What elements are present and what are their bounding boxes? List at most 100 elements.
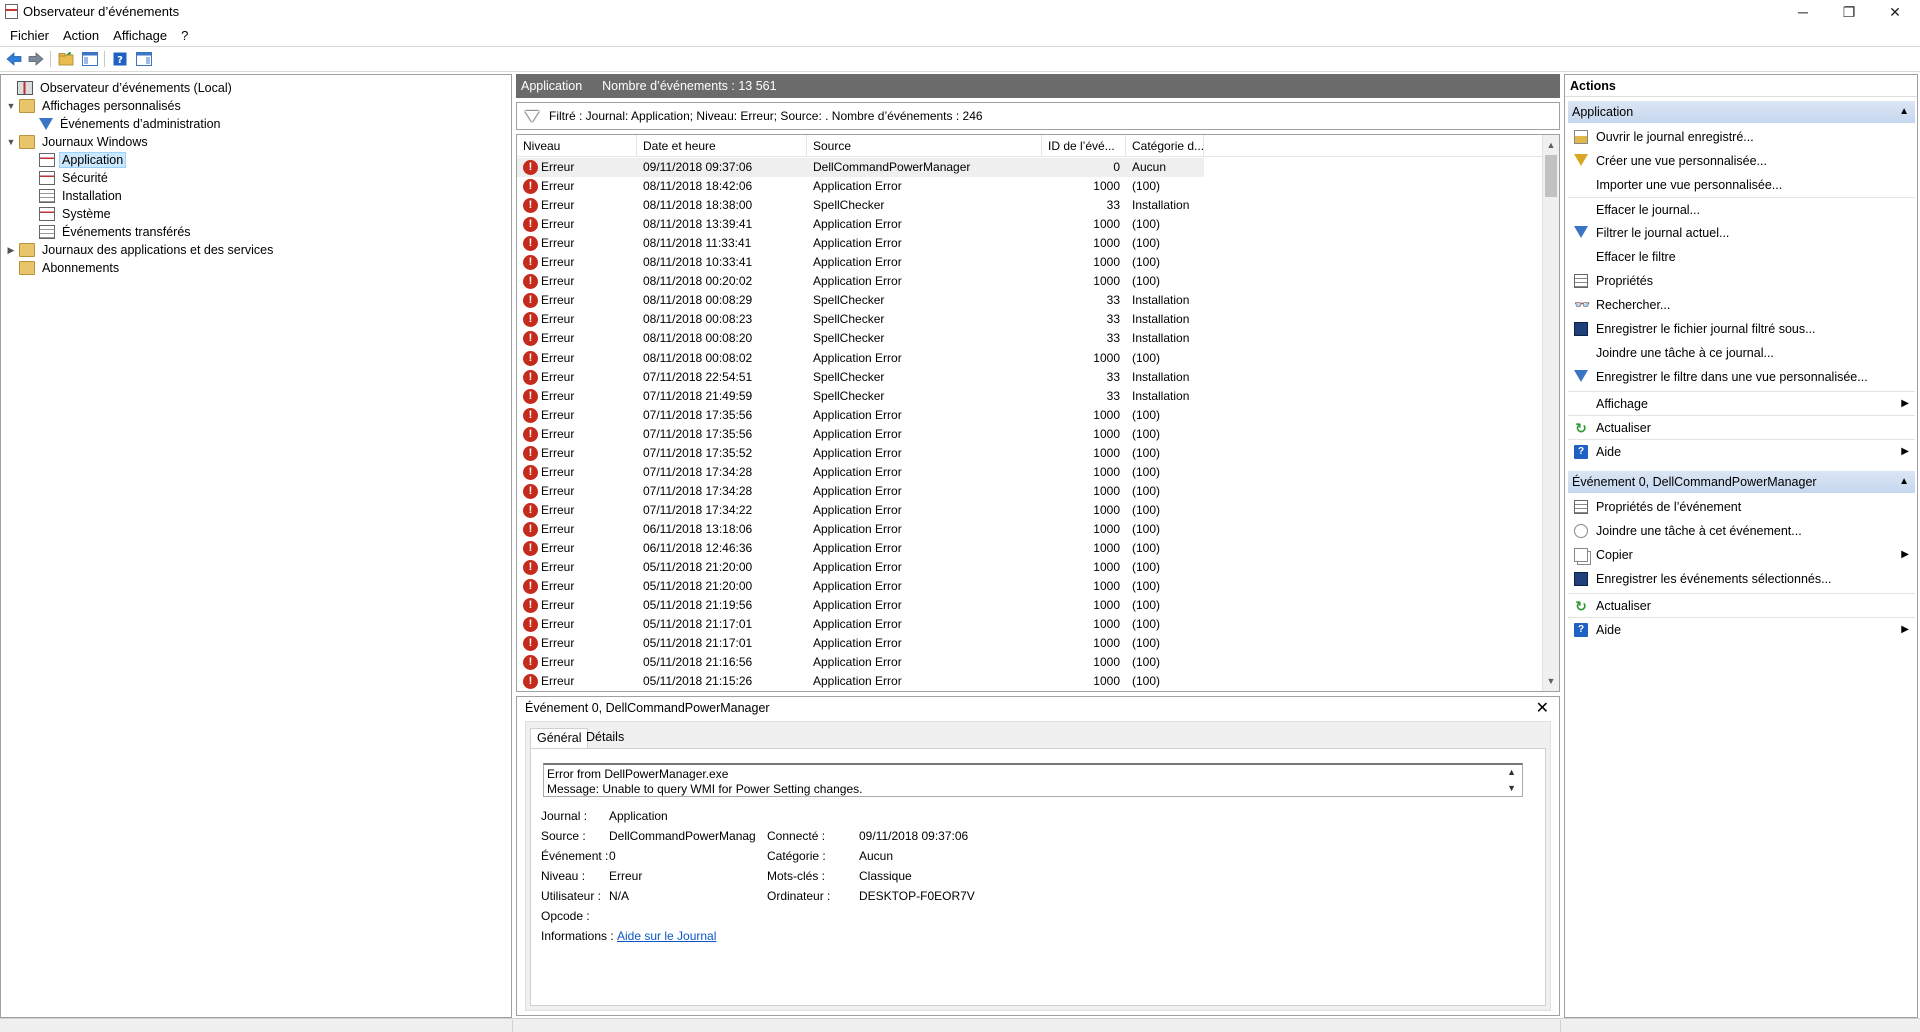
action-properties[interactable]: Propriétés: [1568, 269, 1915, 293]
action-refresh[interactable]: ↻ Actualiser: [1568, 415, 1915, 439]
event-list-scrollbar[interactable]: ▲ ▼: [1542, 135, 1559, 691]
cell-date: 05/11/2018 21:19:56: [643, 598, 753, 613]
tab-details[interactable]: Détails: [580, 728, 630, 748]
table-row[interactable]: ! Erreur 07/11/2018 21:49:59 SpellChecker 33…: [517, 387, 1204, 406]
menu-help[interactable]: ?: [175, 28, 194, 43]
tree-node-apps-services-logs[interactable]: ▶ Journaux des applications et des servi…: [5, 241, 276, 259]
table-row[interactable]: ! Erreur 06/11/2018 13:18:06 Application Er…: [517, 520, 1204, 539]
restore-button[interactable]: ❐: [1826, 0, 1872, 24]
tree-node-windows-logs[interactable]: ▼ Journaux Windows: [5, 133, 151, 151]
close-button[interactable]: ✕: [1872, 0, 1918, 24]
column-header-category[interactable]: Catégorie d...: [1126, 135, 1204, 157]
menu-file[interactable]: Fichier: [4, 28, 55, 43]
menu-view[interactable]: Affichage: [107, 28, 173, 43]
minimize-button[interactable]: ─: [1780, 0, 1826, 24]
table-row[interactable]: ! Erreur 06/11/2018 12:46:36 Application Er…: [517, 539, 1204, 558]
action-save-filtered-log[interactable]: Enregistrer le fichier journal filtré so…: [1568, 317, 1915, 341]
tree-node-forwarded-events[interactable]: Événements transférés: [25, 223, 194, 241]
collapse-caret-icon[interactable]: ▲: [1899, 471, 1909, 493]
section-title: Application: [1572, 105, 1634, 119]
table-row[interactable]: ! Erreur 07/11/2018 17:34:28 Application Er…: [517, 482, 1204, 501]
action-refresh-event[interactable]: ↻ Actualiser: [1568, 593, 1915, 617]
tree-node-custom-views[interactable]: ▼ Affichages personnalisés: [5, 97, 184, 115]
error-icon: !: [523, 407, 538, 423]
column-header-date[interactable]: Date et heure: [637, 135, 807, 157]
close-detail-icon[interactable]: ✕: [1536, 698, 1549, 718]
collapsed-chevron-icon[interactable]: ▶: [5, 245, 17, 256]
table-row[interactable]: ! Erreur 05/11/2018 21:17:01 Application Er…: [517, 615, 1204, 634]
table-row[interactable]: ! Erreur 07/11/2018 17:34:22 Application Er…: [517, 501, 1204, 520]
tree-node-root[interactable]: Observateur d’événements (Local): [3, 79, 235, 97]
table-row[interactable]: ! Erreur 05/11/2018 21:15:26 Application Er…: [517, 672, 1204, 691]
scroll-up-arrow-icon[interactable]: ▲: [1543, 137, 1559, 153]
table-row[interactable]: ! Erreur 09/11/2018 09:37:06 DellCommandPow…: [517, 158, 1204, 177]
table-row[interactable]: ! Erreur 08/11/2018 00:20:02 Application Er…: [517, 272, 1204, 291]
table-row[interactable]: ! Erreur 05/11/2018 21:19:56 Application Er…: [517, 596, 1204, 615]
table-row[interactable]: ! Erreur 08/11/2018 13:39:41 Application Er…: [517, 215, 1204, 234]
action-event-properties[interactable]: Propriétés de l’événement: [1568, 495, 1915, 519]
action-pane-icon[interactable]: [134, 50, 154, 68]
tree-node-application[interactable]: Application: [25, 151, 127, 169]
expanded-chevron-icon[interactable]: ▼: [5, 137, 17, 147]
table-row[interactable]: ! Erreur 08/11/2018 00:08:29 SpellChecker 33…: [517, 291, 1204, 310]
table-row[interactable]: ! Erreur 05/11/2018 21:20:00 Application Er…: [517, 558, 1204, 577]
console-tree-icon[interactable]: [80, 50, 100, 68]
actions-section-application[interactable]: Application ▲: [1568, 101, 1915, 123]
error-icon: !: [523, 312, 538, 328]
tree-node-subscriptions[interactable]: Abonnements: [5, 259, 122, 277]
table-row[interactable]: ! Erreur 05/11/2018 21:16:56 Application Er…: [517, 653, 1204, 672]
tree-node-setup[interactable]: Installation: [25, 187, 125, 205]
table-row[interactable]: ! Erreur 08/11/2018 00:08:20 SpellChecker 33…: [517, 329, 1204, 348]
action-open-saved-log[interactable]: Ouvrir le journal enregistré...: [1568, 125, 1915, 149]
help-icon[interactable]: ?: [110, 50, 130, 68]
collapse-caret-icon[interactable]: ▲: [1899, 101, 1909, 123]
action-save-filter-view[interactable]: Enregistrer le filtre dans une vue perso…: [1568, 365, 1915, 389]
table-row[interactable]: ! Erreur 08/11/2018 18:42:06 Application Er…: [517, 177, 1204, 196]
tree-node-admin-events[interactable]: Événements d’administration: [25, 115, 224, 133]
table-row[interactable]: ! Erreur 07/11/2018 22:54:51 SpellChecker 33…: [517, 368, 1204, 387]
action-filter-log[interactable]: Filtrer le journal actuel...: [1568, 221, 1915, 245]
actions-section-event[interactable]: Événement 0, DellCommandPowerManager ▲: [1568, 471, 1915, 493]
column-header-source[interactable]: Source: [807, 135, 1042, 157]
table-row[interactable]: ! Erreur 07/11/2018 17:35:56 Application Er…: [517, 406, 1204, 425]
action-clear-log[interactable]: Effacer le journal...: [1568, 197, 1915, 221]
action-clear-filter[interactable]: Effacer le filtre: [1568, 245, 1915, 269]
cell-date: 05/11/2018 21:17:01: [643, 636, 753, 651]
action-create-custom-view[interactable]: Créer une vue personnalisée...: [1568, 149, 1915, 173]
action-help[interactable]: ? Aide ▶: [1568, 439, 1915, 463]
action-save-selected-events[interactable]: Enregistrer les événements sélectionnés.…: [1568, 567, 1915, 591]
action-find[interactable]: 👓 Rechercher...: [1568, 293, 1915, 317]
action-attach-task-log[interactable]: Joindre une tâche à ce journal...: [1568, 341, 1915, 365]
help-journal-link[interactable]: Aide sur le Journal: [617, 929, 817, 943]
error-icon: !: [523, 445, 538, 461]
table-row[interactable]: ! Erreur 08/11/2018 18:38:00 SpellChecker 33…: [517, 196, 1204, 215]
table-row[interactable]: ! Erreur 08/11/2018 10:33:41 Application Er…: [517, 253, 1204, 272]
open-folder-icon[interactable]: [56, 50, 76, 68]
column-header-level[interactable]: Niveau: [517, 135, 637, 157]
table-row[interactable]: ! Erreur 05/11/2018 21:17:01 Application Er…: [517, 634, 1204, 653]
action-attach-task-event[interactable]: Joindre une tâche à cet événement...: [1568, 519, 1915, 543]
tree-node-security[interactable]: Sécurité: [25, 169, 111, 187]
table-row[interactable]: ! Erreur 07/11/2018 17:35:56 Application Er…: [517, 425, 1204, 444]
table-row[interactable]: ! Erreur 08/11/2018 00:08:02 Application Er…: [517, 349, 1204, 368]
event-message-box[interactable]: Error from DellPowerManager.exe Message:…: [543, 763, 1523, 797]
scrollbar-thumb[interactable]: [1545, 155, 1557, 197]
action-import-custom-view[interactable]: Importer une vue personnalisée...: [1568, 173, 1915, 197]
action-help-event[interactable]: ? Aide ▶: [1568, 617, 1915, 641]
expanded-chevron-icon[interactable]: ▼: [5, 101, 17, 111]
tree-node-system[interactable]: Système: [25, 205, 114, 223]
table-row[interactable]: ! Erreur 07/11/2018 17:35:52 Application Er…: [517, 444, 1204, 463]
menu-action[interactable]: Action: [57, 28, 105, 43]
action-view[interactable]: Affichage ▶: [1568, 391, 1915, 415]
table-row[interactable]: ! Erreur 07/11/2018 17:34:28 Application Er…: [517, 463, 1204, 482]
table-row[interactable]: ! Erreur 08/11/2018 11:33:41 Application Er…: [517, 234, 1204, 253]
action-copy[interactable]: Copier ▶: [1568, 543, 1915, 567]
scroll-up-arrow-icon[interactable]: ▲: [1507, 765, 1516, 780]
scroll-down-arrow-icon[interactable]: ▼: [1543, 673, 1559, 689]
scroll-down-arrow-icon[interactable]: ▼: [1507, 781, 1516, 796]
forward-icon[interactable]: [26, 50, 46, 68]
table-row[interactable]: ! Erreur 08/11/2018 00:08:23 SpellChecker 33…: [517, 310, 1204, 329]
column-header-event-id[interactable]: ID de l’évé...: [1042, 135, 1126, 157]
table-row[interactable]: ! Erreur 05/11/2018 21:20:00 Application Er…: [517, 577, 1204, 596]
back-icon[interactable]: [4, 50, 24, 68]
